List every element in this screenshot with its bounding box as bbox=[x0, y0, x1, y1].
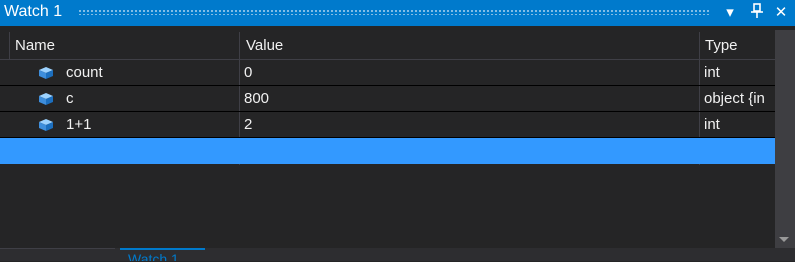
variable-cube-icon bbox=[39, 119, 53, 131]
row-type: int bbox=[704, 64, 720, 81]
watch-row[interactable]: c 800 object {in bbox=[0, 86, 775, 112]
row-type: int bbox=[704, 116, 720, 133]
row-name: c bbox=[66, 90, 74, 107]
watch-row[interactable]: 1+1 2 int bbox=[0, 112, 775, 138]
vertical-scrollbar[interactable] bbox=[775, 30, 795, 248]
header-left-divider bbox=[9, 32, 10, 60]
window-title: Watch 1 bbox=[4, 3, 63, 20]
watch-window-titlebar: Watch 1 ▾ ✕ bbox=[0, 0, 795, 26]
tool-window-tab-strip: Watch 1 bbox=[0, 248, 795, 261]
new-watch-row[interactable] bbox=[0, 138, 775, 164]
variable-cube-icon bbox=[39, 67, 53, 79]
row-value[interactable]: 800 bbox=[244, 90, 269, 107]
pin-icon-graphic bbox=[751, 3, 763, 18]
drag-grip[interactable] bbox=[78, 9, 709, 15]
row-value[interactable]: 2 bbox=[244, 116, 252, 133]
row-name: count bbox=[66, 64, 103, 81]
scrollbar-track[interactable] bbox=[779, 30, 791, 230]
pin-icon[interactable] bbox=[748, 3, 766, 23]
window-menu-dropdown-icon[interactable]: ▾ bbox=[721, 3, 739, 23]
tab-inactive[interactable] bbox=[0, 248, 115, 262]
column-header-type[interactable]: Type bbox=[705, 37, 738, 54]
watch-row[interactable]: count 0 int bbox=[0, 60, 775, 86]
row-value[interactable]: 0 bbox=[244, 64, 252, 81]
row-type: object {in bbox=[704, 90, 765, 107]
row-name: 1+1 bbox=[66, 116, 92, 133]
watch-grid: Name Value Type count 0 int c 800 object… bbox=[0, 30, 775, 248]
variable-cube-icon bbox=[39, 93, 53, 105]
tab-watch-1[interactable]: Watch 1 bbox=[120, 248, 205, 261]
column-header-name[interactable]: Name bbox=[15, 37, 55, 54]
close-icon[interactable]: ✕ bbox=[772, 3, 790, 23]
grid-header: Name Value Type bbox=[0, 32, 775, 60]
scroll-down-arrow-icon[interactable] bbox=[779, 237, 789, 242]
column-header-value[interactable]: Value bbox=[246, 37, 283, 54]
